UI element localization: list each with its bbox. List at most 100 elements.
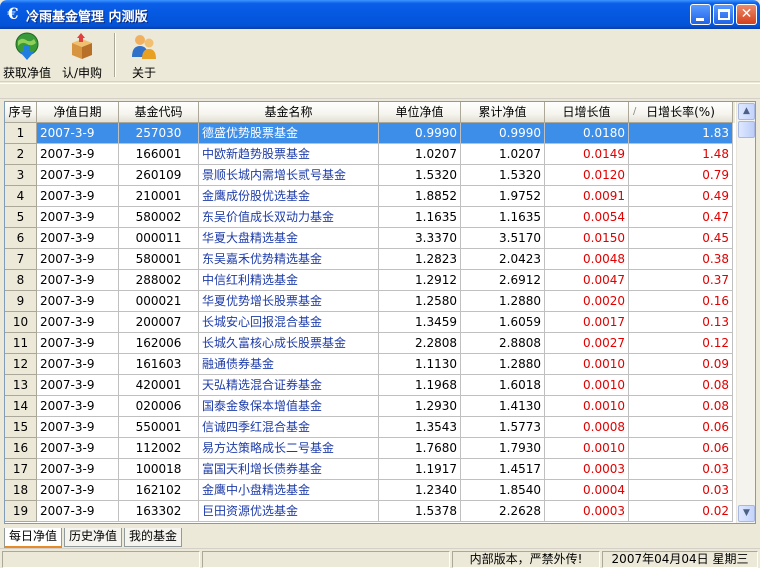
table-cell: 2007-3-9 bbox=[37, 396, 119, 417]
status-notice: 内部版本，严禁外传! bbox=[452, 551, 600, 568]
table-cell: 1.1968 bbox=[379, 375, 461, 396]
chevron-up-icon: ▲ bbox=[743, 106, 750, 116]
fetch-nav-button[interactable]: 获取净值 bbox=[2, 31, 52, 81]
table-cell: 19 bbox=[5, 501, 37, 522]
table-row[interactable]: 6 2007-3-9 000011 华夏大盘精选基金 3.3370 3.5170 0.015… bbox=[5, 228, 735, 249]
status-bar: 内部版本，严禁外传! 2007年04月04日 星期三 bbox=[0, 548, 760, 568]
table-cell: 2007-3-9 bbox=[37, 480, 119, 501]
fund-table[interactable]: 序号 净值日期 基金代码 基金名称 单位净值 累计净值 日增长值 / 日增长率(… bbox=[4, 101, 756, 524]
table-cell: 161603 bbox=[119, 354, 199, 375]
tab-daily-nav[interactable]: 每日净值 bbox=[4, 528, 63, 548]
table-row[interactable]: 3 2007-3-9 260109 景顺长城内需增长贰号基金 1.5320 1.5320 0… bbox=[5, 165, 735, 186]
tab-history-nav[interactable]: 历史净值 bbox=[64, 528, 123, 547]
table-cell: 3.3370 bbox=[379, 228, 461, 249]
table-cell: 华夏大盘精选基金 bbox=[199, 228, 379, 249]
table-cell: 580001 bbox=[119, 249, 199, 270]
table-cell: 巨田资源优选基金 bbox=[199, 501, 379, 522]
column-header[interactable]: 日增长值 bbox=[545, 102, 629, 123]
table-cell: 2007-3-9 bbox=[37, 417, 119, 438]
table-cell: 162102 bbox=[119, 480, 199, 501]
table-cell: 162006 bbox=[119, 333, 199, 354]
subscribe-label: 认/申购 bbox=[61, 66, 103, 80]
table-cell: 1.4130 bbox=[461, 396, 545, 417]
table-cell: 0.38 bbox=[629, 249, 733, 270]
table-cell: 东吴嘉禾优势精选基金 bbox=[199, 249, 379, 270]
table-cell: 长城安心回报混合基金 bbox=[199, 312, 379, 333]
table-row[interactable]: 5 2007-3-9 580002 东吴价值成长双动力基金 1.1635 1.1635 0.… bbox=[5, 207, 735, 228]
table-cell: 0.06 bbox=[629, 438, 733, 459]
table-cell: 1.5773 bbox=[461, 417, 545, 438]
status-date: 2007年04月04日 星期三 bbox=[602, 551, 758, 568]
column-header[interactable]: 累计净值 bbox=[461, 102, 545, 123]
table-row[interactable]: 2 2007-3-9 166001 中欧新趋势股票基金 1.0207 1.0207 0.01… bbox=[5, 144, 735, 165]
table-row[interactable]: 1 2007-3-9 257030 德盛优势股票基金 0.9990 0.9990 0.018… bbox=[5, 123, 735, 144]
scroll-up-button[interactable]: ▲ bbox=[738, 103, 755, 120]
table-cell: 2 bbox=[5, 144, 37, 165]
sort-indicator-icon: / bbox=[633, 106, 637, 117]
column-header[interactable]: 基金名称 bbox=[199, 102, 379, 123]
column-header[interactable]: 基金代码 bbox=[119, 102, 199, 123]
about-button[interactable]: 关于 bbox=[124, 31, 164, 81]
table-cell: 1.2880 bbox=[461, 291, 545, 312]
scroll-down-button[interactable]: ▼ bbox=[738, 505, 755, 522]
table-cell: 0.37 bbox=[629, 270, 733, 291]
table-cell: 1.4517 bbox=[461, 459, 545, 480]
table-cell: 0.0003 bbox=[545, 459, 629, 480]
minimize-button[interactable] bbox=[690, 4, 711, 25]
table-header: 序号 净值日期 基金代码 基金名称 单位净值 累计净值 日增长值 / 日增长率(… bbox=[5, 102, 735, 123]
table-cell: 2007-3-9 bbox=[37, 165, 119, 186]
table-row[interactable]: 17 2007-3-9 100018 富国天利增长债券基金 1.1917 1.4517 0.… bbox=[5, 459, 735, 480]
table-cell: 288002 bbox=[119, 270, 199, 291]
table-cell: 1.8540 bbox=[461, 480, 545, 501]
table-cell: 0.0004 bbox=[545, 480, 629, 501]
column-header-sorted[interactable]: / 日增长率(%) bbox=[629, 102, 733, 123]
table-cell: 2007-3-9 bbox=[37, 375, 119, 396]
table-row[interactable]: 16 2007-3-9 112002 易方达策略成长二号基金 1.7680 1.7930 0… bbox=[5, 438, 735, 459]
table-cell: 0.12 bbox=[629, 333, 733, 354]
subscribe-button[interactable]: 认/申购 bbox=[58, 31, 106, 81]
table-cell: 信诚四季红混合基金 bbox=[199, 417, 379, 438]
table-cell: 1.2580 bbox=[379, 291, 461, 312]
vertical-scrollbar[interactable]: ▲ ▼ bbox=[736, 102, 755, 523]
column-header[interactable]: 单位净值 bbox=[379, 102, 461, 123]
close-icon: ✕ bbox=[740, 6, 753, 22]
column-header[interactable]: 净值日期 bbox=[37, 102, 119, 123]
table-cell: 0.08 bbox=[629, 396, 733, 417]
table-row[interactable]: 12 2007-3-9 161603 融通债券基金 1.1130 1.2880 0.0010… bbox=[5, 354, 735, 375]
table-row[interactable]: 4 2007-3-9 210001 金鹰成份股优选基金 1.8852 1.9752 0.00… bbox=[5, 186, 735, 207]
fetch-label: 获取净值 bbox=[2, 66, 51, 80]
table-cell: 7 bbox=[5, 249, 37, 270]
table-cell: 0.02 bbox=[629, 501, 733, 522]
table-cell: 1.83 bbox=[629, 123, 733, 144]
table-row[interactable]: 15 2007-3-9 550001 信诚四季红混合基金 1.3543 1.5773 0.0… bbox=[5, 417, 735, 438]
users-icon bbox=[132, 35, 156, 59]
table-row[interactable]: 10 2007-3-9 200007 长城安心回报混合基金 1.3459 1.6059 0.… bbox=[5, 312, 735, 333]
table-cell: 12 bbox=[5, 354, 37, 375]
table-row[interactable]: 14 2007-3-9 020006 国泰金象保本增值基金 1.2930 1.4130 0.… bbox=[5, 396, 735, 417]
table-row[interactable]: 9 2007-3-9 000021 华夏优势增长股票基金 1.2580 1.2880 0.0… bbox=[5, 291, 735, 312]
table-cell: 2007-3-9 bbox=[37, 354, 119, 375]
status-panel-2 bbox=[202, 551, 450, 568]
table-cell: 2007-3-9 bbox=[37, 207, 119, 228]
table-row[interactable]: 7 2007-3-9 580001 东吴嘉禾优势精选基金 1.2823 2.0423 0.0… bbox=[5, 249, 735, 270]
tab-my-funds[interactable]: 我的基金 bbox=[124, 528, 183, 547]
scroll-thumb[interactable] bbox=[738, 121, 755, 138]
table-row[interactable]: 11 2007-3-9 162006 长城久富核心成长股票基金 2.2808 2.8808… bbox=[5, 333, 735, 354]
title-bar[interactable]: € 冷雨基金管理 内测版 ✕ bbox=[0, 0, 760, 29]
column-header[interactable]: 序号 bbox=[5, 102, 37, 123]
table-row[interactable]: 18 2007-3-9 162102 金鹰中小盘精选基金 1.2340 1.8540 0.0… bbox=[5, 480, 735, 501]
table-cell: 11 bbox=[5, 333, 37, 354]
table-cell: 2007-3-9 bbox=[37, 291, 119, 312]
table-row[interactable]: 19 2007-3-9 163302 巨田资源优选基金 1.5378 2.2628 0.00… bbox=[5, 501, 735, 522]
table-cell: 0.47 bbox=[629, 207, 733, 228]
table-cell: 0.9990 bbox=[461, 123, 545, 144]
close-button[interactable]: ✕ bbox=[736, 4, 757, 25]
table-cell: 1.8852 bbox=[379, 186, 461, 207]
table-cell: 210001 bbox=[119, 186, 199, 207]
table-row[interactable]: 13 2007-3-9 420001 天弘精选混合证券基金 1.1968 1.6018 0.… bbox=[5, 375, 735, 396]
table-cell: 0.0008 bbox=[545, 417, 629, 438]
table-cell: 2007-3-9 bbox=[37, 270, 119, 291]
maximize-button[interactable] bbox=[713, 4, 734, 25]
download-globe-icon bbox=[15, 32, 39, 60]
table-row[interactable]: 8 2007-3-9 288002 中信红利精选基金 1.2912 2.6912 0.004… bbox=[5, 270, 735, 291]
